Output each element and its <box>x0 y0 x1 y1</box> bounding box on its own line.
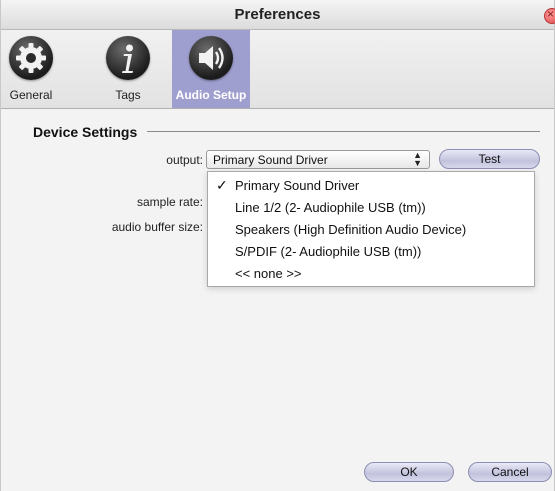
updown-arrows-icon: ▲ ▼ <box>413 150 422 168</box>
tab-general-label: General <box>9 88 53 102</box>
audio-buffer-size-label: audio buffer size: <box>111 220 203 234</box>
tab-general[interactable]: General <box>3 30 59 108</box>
menu-item-none[interactable]: << none >> <box>208 262 534 284</box>
output-label: output: <box>166 153 203 167</box>
speaker-icon <box>189 36 233 80</box>
menu-item-primary-sound-driver[interactable]: ✓ Primary Sound Driver <box>208 174 534 196</box>
menu-item-label: Primary Sound Driver <box>235 178 360 193</box>
test-button[interactable]: Test <box>439 149 540 169</box>
output-dropdown-menu: ✓ Primary Sound Driver Line 1/2 (2- Audi… <box>207 171 535 287</box>
close-button[interactable]: × <box>544 7 555 24</box>
menu-item-label: Line 1/2 (2- Audiophile USB (tm)) <box>235 200 426 215</box>
sample-rate-label: sample rate: <box>136 195 203 209</box>
menu-item-label: << none >> <box>235 266 302 281</box>
menu-item-label: S/PDIF (2- Audiophile USB (tm)) <box>235 244 422 259</box>
info-icon <box>106 36 150 80</box>
menu-item-speakers[interactable]: Speakers (High Definition Audio Device) <box>208 218 534 240</box>
output-select-value: Primary Sound Driver <box>213 153 328 167</box>
window-title: Preferences <box>234 6 321 23</box>
menu-item-label: Speakers (High Definition Audio Device) <box>235 222 467 237</box>
menu-item-line-1-2[interactable]: Line 1/2 (2- Audiophile USB (tm)) <box>208 196 534 218</box>
tab-audio-setup-label: Audio Setup <box>175 88 247 102</box>
section-divider <box>147 131 540 132</box>
preferences-window: Preferences × General Tags Audio Setup D… <box>0 0 555 491</box>
title-bar[interactable]: Preferences × <box>1 0 555 30</box>
ok-button[interactable]: OK <box>364 462 454 482</box>
tab-tags[interactable]: Tags <box>97 30 159 108</box>
close-icon: × <box>547 7 555 21</box>
device-settings-heading: Device Settings <box>33 124 138 140</box>
cancel-button[interactable]: Cancel <box>468 462 552 482</box>
output-select[interactable]: Primary Sound Driver ▲ ▼ <box>206 150 430 169</box>
tab-tags-label: Tags <box>115 88 141 102</box>
checkmark-icon: ✓ <box>216 177 228 193</box>
menu-item-spdif[interactable]: S/PDIF (2- Audiophile USB (tm)) <box>208 240 534 262</box>
tab-audio-setup[interactable]: Audio Setup <box>172 30 250 108</box>
gear-icon <box>9 36 53 80</box>
preferences-toolbar: General Tags Audio Setup <box>1 30 554 109</box>
